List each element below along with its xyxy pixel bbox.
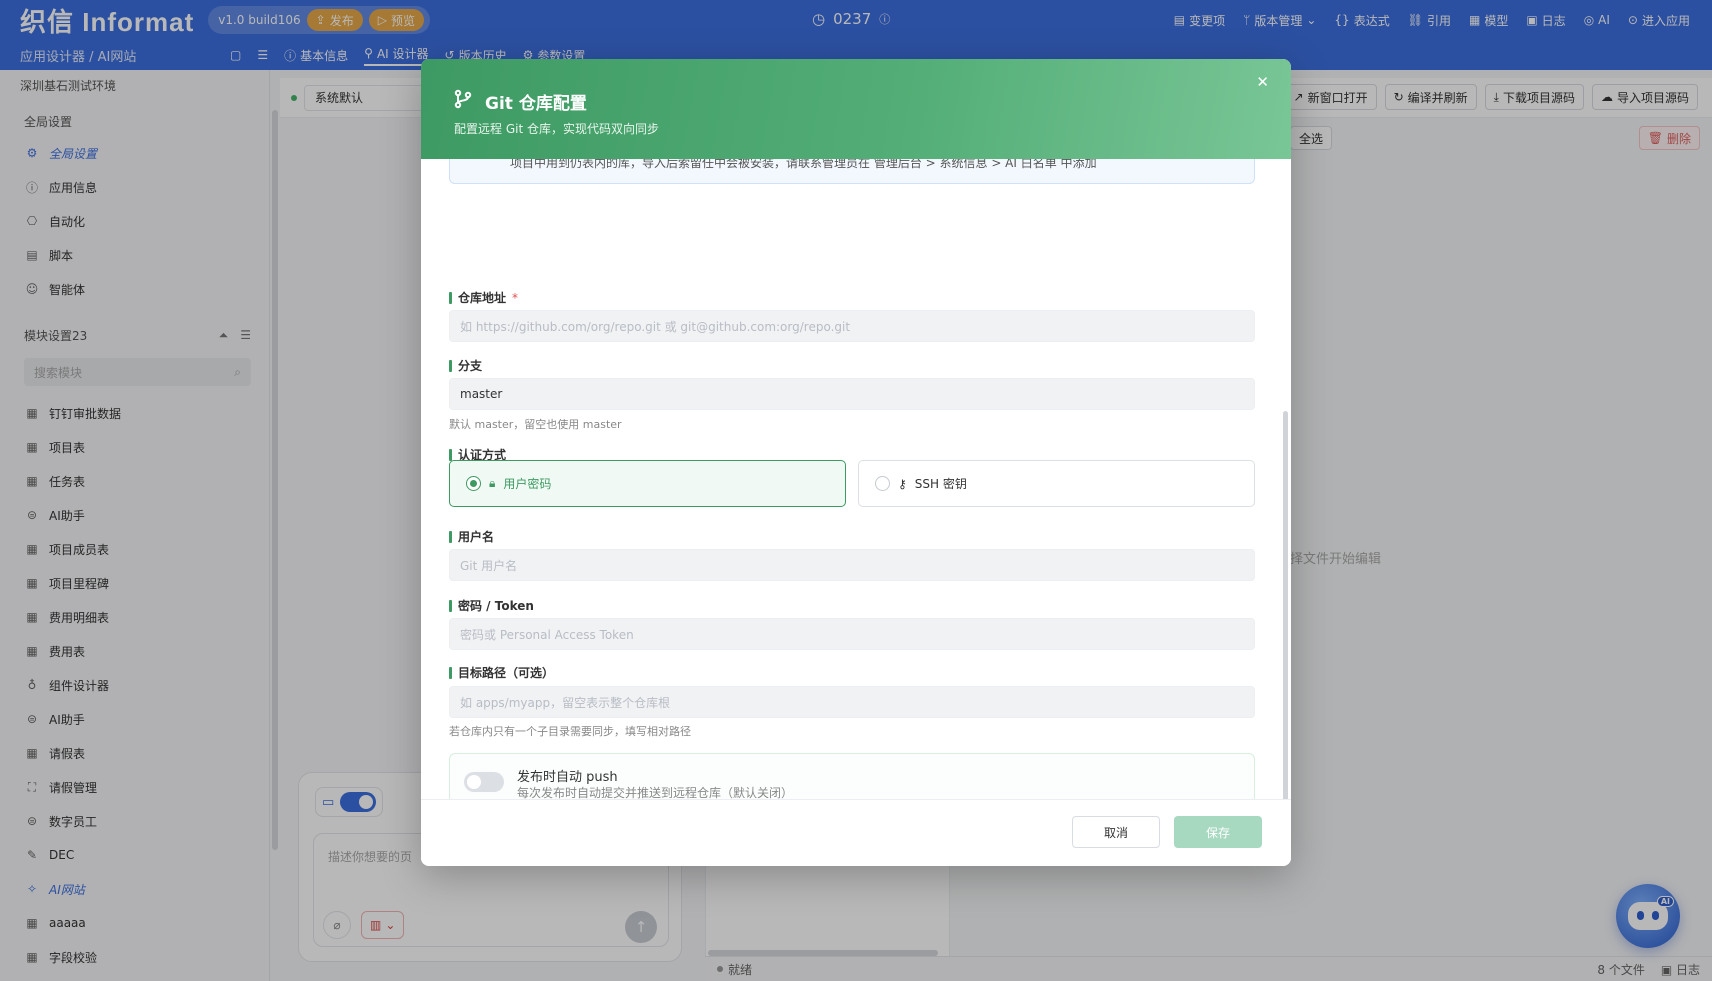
auto-push-desc: 每次发布时自动提交并推送到远程仓库（默认关闭） — [517, 786, 794, 799]
username-placeholder: Git 用户名 — [460, 558, 518, 573]
notice-text: 项目中用到仍表内的库，导入后索留任中会被安装，请联系管理员在 管理后台 > 系统… — [510, 159, 1097, 170]
target-path-help: 若仓库内只有一个子目录需要同步，填写相对路径 — [449, 725, 691, 738]
key-icon: ⚷ — [898, 476, 907, 491]
lock-icon: 🔒︎ — [489, 476, 496, 490]
username-label: 用户名 — [449, 528, 494, 545]
git-config-dialog: 项目中用到仍表内的库，导入后索留任中会被安装，请联系管理员在 管理后台 > 系统… — [421, 59, 1291, 866]
repo-url-placeholder: 如 https://github.com/org/repo.git 或 git@… — [460, 319, 851, 334]
target-path-placeholder: 如 apps/myapp，留空表示整个仓库根 — [460, 695, 671, 710]
password-label-text: 密码 / Token — [458, 599, 534, 613]
target-path-label-text: 目标路径（可选） — [458, 666, 555, 680]
branch-label: 分支 — [449, 357, 482, 374]
dialog-scrollbar[interactable] — [1283, 411, 1288, 856]
close-icon[interactable]: ✕ — [1256, 73, 1269, 91]
branch-help: 默认 master，留空也使用 master — [449, 418, 622, 431]
dialog-body: 项目中用到仍表内的库，导入后索留任中会被安装，请联系管理员在 管理后台 > 系统… — [421, 159, 1291, 799]
username-label-text: 用户名 — [458, 530, 495, 544]
repo-url-label: 仓库地址 * — [449, 289, 518, 306]
dialog-title: Git 仓库配置 — [453, 89, 587, 114]
target-path-input[interactable]: 如 apps/myapp，留空表示整个仓库根 — [449, 686, 1255, 718]
dialog-subtitle: 配置远程 Git 仓库，实现代码双向同步 — [454, 122, 659, 136]
repo-url-input[interactable]: 如 https://github.com/org/repo.git 或 git@… — [449, 310, 1255, 342]
dialog-header: Git 仓库配置 配置远程 Git 仓库，实现代码双向同步 ✕ — [421, 59, 1291, 159]
auto-push-setting: 发布时自动 push 每次发布时自动提交并推送到远程仓库（默认关闭） — [449, 753, 1255, 799]
password-placeholder: 密码或 Personal Access Token — [460, 627, 634, 642]
radio-selected — [466, 476, 481, 491]
branch-label-text: 分支 — [458, 359, 483, 373]
auth-option-ssh-label: SSH 密钥 — [914, 477, 967, 491]
password-input[interactable]: 密码或 Personal Access Token — [449, 618, 1255, 650]
dialog-title-text: Git 仓库配置 — [485, 94, 587, 114]
auth-option-ssh[interactable]: ⚷ SSH 密钥 — [858, 460, 1255, 507]
auth-option-password[interactable]: 🔒︎ 用户密码 — [449, 460, 846, 507]
cancel-button[interactable]: 取消 — [1072, 816, 1160, 848]
required-mark: * — [512, 290, 519, 305]
username-input[interactable]: Git 用户名 — [449, 549, 1255, 581]
target-path-label: 目标路径（可选） — [449, 664, 554, 681]
save-button[interactable]: 保存 — [1174, 816, 1262, 848]
dialog-footer: 取消 保存 — [421, 799, 1291, 866]
radio-unselected — [875, 476, 890, 491]
git-branch-icon — [453, 89, 473, 114]
auth-option-password-label: 用户密码 — [503, 477, 552, 491]
auto-push-title: 发布时自动 push — [517, 770, 618, 785]
repo-url-label-text: 仓库地址 — [458, 291, 507, 305]
branch-value: master — [460, 387, 503, 401]
password-label: 密码 / Token — [449, 597, 534, 614]
notice-box: 项目中用到仍表内的库，导入后索留任中会被安装，请联系管理员在 管理后台 > 系统… — [449, 159, 1255, 184]
branch-input[interactable]: master — [449, 378, 1255, 410]
auto-push-switch[interactable] — [464, 772, 504, 792]
